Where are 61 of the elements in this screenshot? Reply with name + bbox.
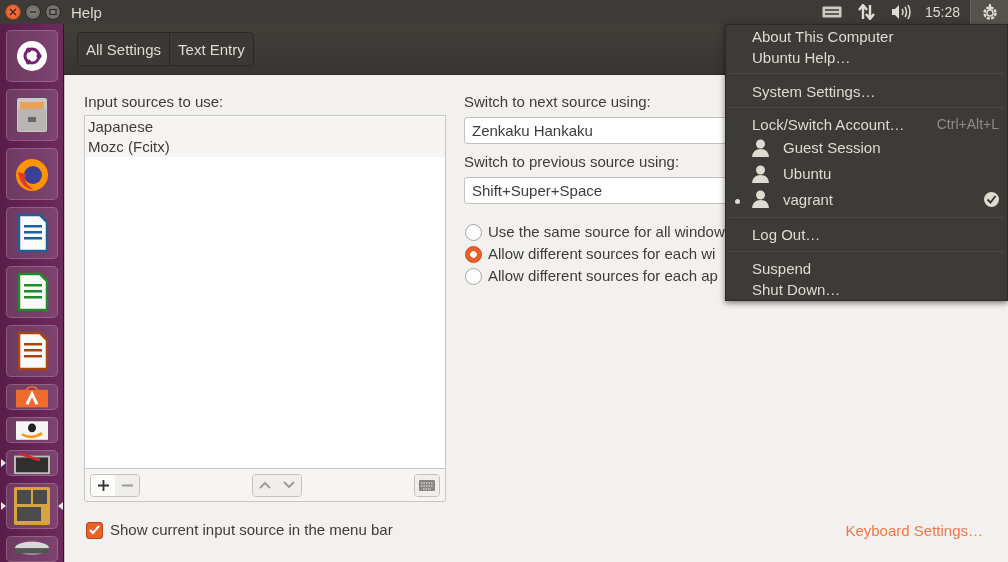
minimize-button[interactable] [25,4,41,20]
clock[interactable]: 15:28 [918,4,970,20]
menu-item[interactable]: Ubuntu Help… [726,47,1007,69]
person-icon [752,164,769,183]
menu-item[interactable]: Log Out… [726,224,1007,246]
radio-button[interactable] [465,267,482,285]
launcher-button[interactable] [5,207,58,259]
session-menu-button[interactable] [970,0,1008,24]
breadcrumb-button[interactable]: Text Entry [169,33,253,65]
user-menu-item[interactable]: vagrant [726,186,1007,213]
menu-item[interactable]: Lock/Switch Account… Ctrl+Alt+L [726,113,1007,135]
user-menu-item[interactable]: Ubuntu [726,160,1007,187]
settings-icon [980,3,999,21]
minus-icon [121,483,133,487]
chevron-down-icon [283,481,295,489]
launcher-button[interactable] [5,266,58,318]
menu-item[interactable]: System Settings… [726,80,1007,102]
launcher-button[interactable] [5,325,58,377]
keyboard-icon [419,479,435,491]
launcher-button[interactable] [5,450,58,476]
launcher-button[interactable] [5,536,58,562]
list-item[interactable]: Japanese [85,117,445,137]
checkmark-icon [89,525,100,535]
maximize-icon [49,8,57,16]
chevron-up-icon [259,481,271,489]
list-item[interactable]: Mozc (Fcitx) [85,137,445,157]
menu-item[interactable]: About This Computer [726,26,1007,48]
radio-label: Allow different sources for each wi [488,245,716,263]
list-label: Input sources to use: [84,93,225,111]
up-down-arrows-icon [857,4,875,20]
breadcrumb-button[interactable]: All Settings [78,33,170,65]
launcher-button[interactable] [5,384,58,410]
launcher-button[interactable] [5,30,58,82]
user-menu-item[interactable]: Guest Session [726,134,1007,161]
field-label: Switch to next source using: [464,93,652,111]
person-icon [752,138,769,157]
keyboard-icon [821,6,842,18]
close-button[interactable] [5,4,21,20]
checkbox[interactable] [86,521,103,539]
radio-label: Use the same source for all window [488,223,725,241]
radio-button[interactable] [465,245,482,263]
shortcut-label: Ctrl+Alt+L [936,116,999,133]
window-title: Help [71,3,103,21]
launcher-button[interactable] [5,417,58,443]
person-icon [752,190,769,209]
plus-icon [97,479,109,491]
add-button[interactable] [91,474,115,496]
maximize-button[interactable] [45,4,61,20]
speaker-icon [890,4,911,20]
field-label: Switch to previous source using: [464,153,681,171]
keyboard-layout-button[interactable] [415,474,439,496]
radio-label: Allow different sources for each ap [488,267,718,285]
menu-item[interactable]: Shut Down… [726,278,1007,300]
minimize-icon [29,8,37,16]
close-icon [9,8,17,16]
menu-item[interactable]: Suspend [726,257,1007,279]
shortcut-field[interactable]: Shift+Super+Space [464,177,727,204]
shortcut-field[interactable]: Zenkaku Hankaku [464,117,727,144]
radio-button[interactable] [465,223,482,241]
checkbox-label: Show current input source in the menu bar [110,521,393,539]
launcher-button[interactable] [5,89,58,141]
